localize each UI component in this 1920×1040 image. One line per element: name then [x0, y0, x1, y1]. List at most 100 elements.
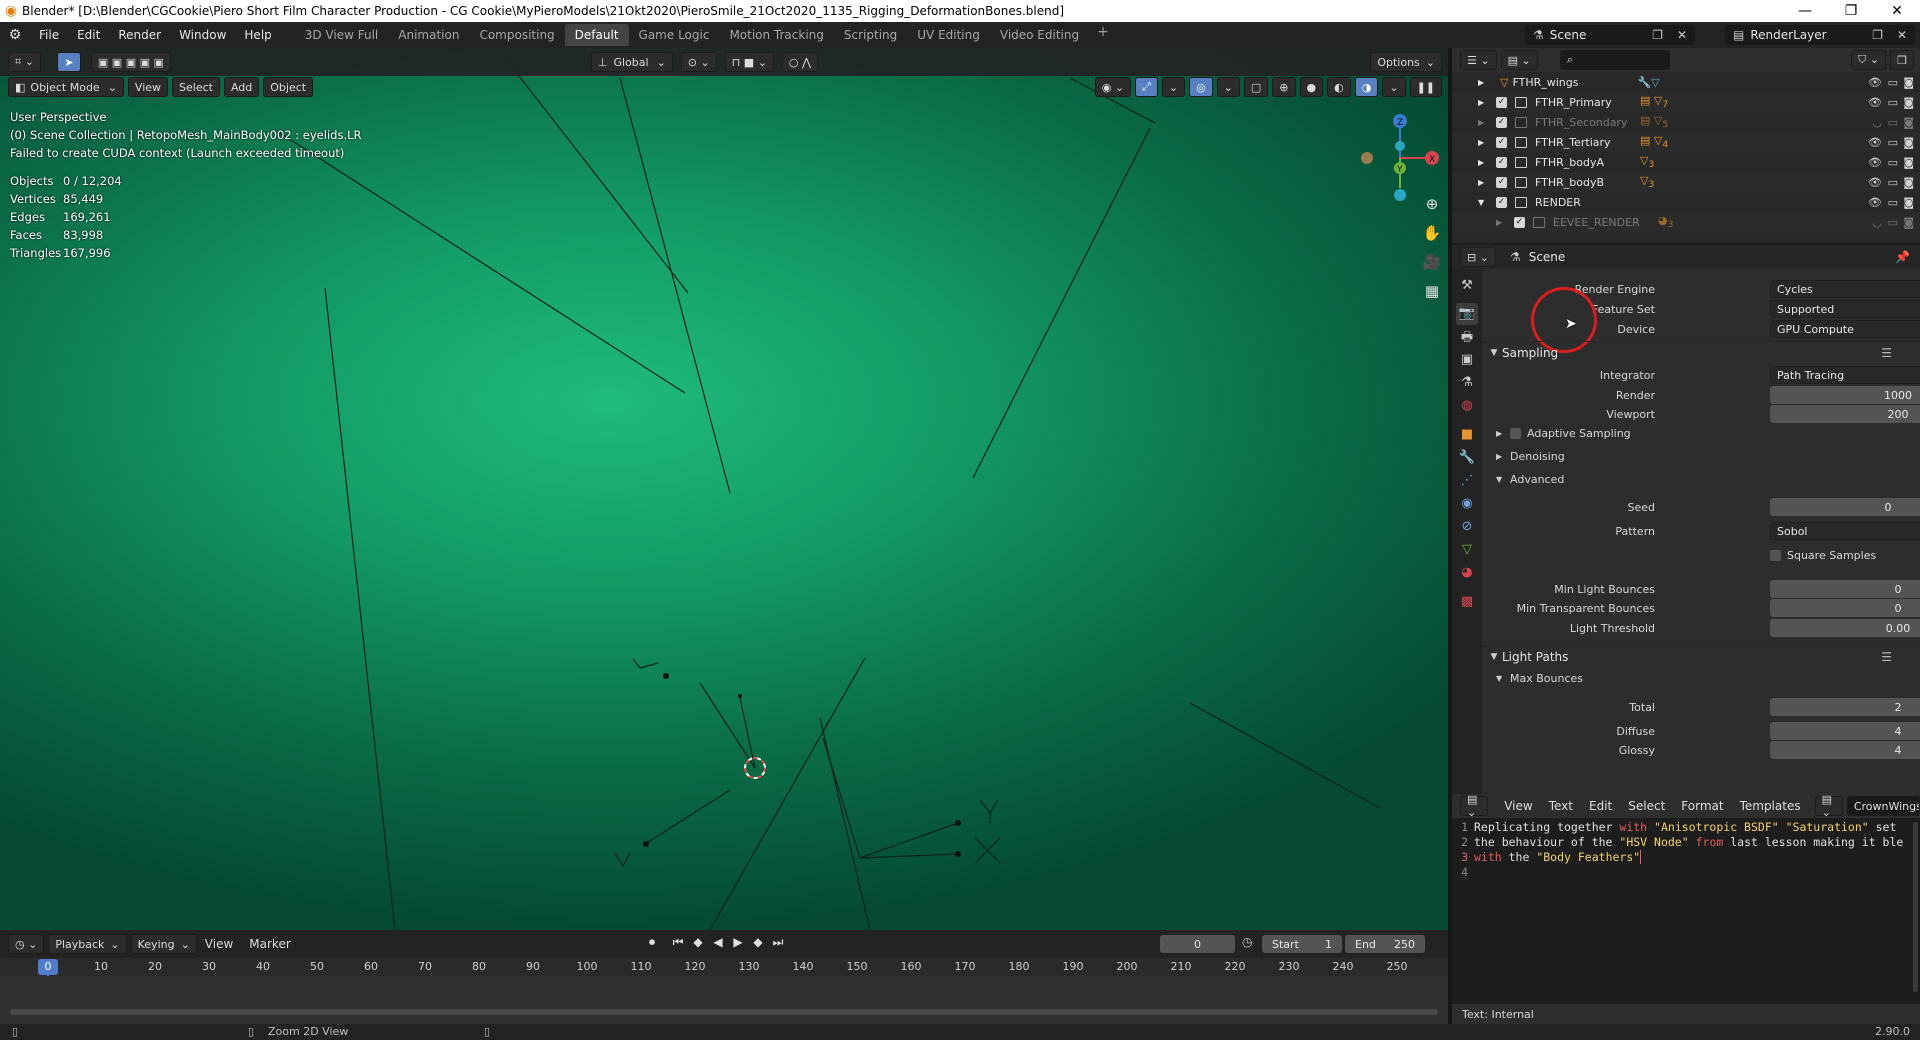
square-samples-toggle[interactable]: Square Samples: [1770, 549, 1876, 562]
outliner-search-input[interactable]: ⌕: [1559, 50, 1670, 70]
pattern-dropdown[interactable]: Sobol: [1770, 522, 1920, 540]
ortho-grid-icon[interactable]: ▦: [1421, 280, 1443, 302]
feature-set-dropdown[interactable]: Supported: [1770, 300, 1920, 318]
keying-menu[interactable]: Keying ⌄: [130, 934, 197, 954]
outliner-editor-type-icon[interactable]: ☰ ⌄: [1460, 50, 1497, 70]
visibility-eye-icon[interactable]: 👁: [1868, 136, 1882, 149]
viewport-samples-field[interactable]: 200: [1770, 405, 1920, 423]
hidden-eye-icon[interactable]: ◡: [1872, 216, 1882, 229]
properties-editor-type-icon[interactable]: ⊟ ⌄: [1460, 247, 1496, 267]
texture-tab-icon[interactable]: ▩: [1456, 591, 1478, 613]
tab-uv-editing[interactable]: UV Editing: [907, 24, 990, 46]
timeline-view-menu[interactable]: View: [197, 937, 241, 951]
display-mode-icon[interactable]: ▤ ⌄: [1500, 50, 1538, 70]
tool-tab-icon[interactable]: ⚒: [1456, 275, 1478, 297]
viewport-display-icon[interactable]: ▭: [1888, 96, 1898, 109]
pan-hand-icon[interactable]: ✋: [1421, 222, 1443, 244]
te-menu-templates[interactable]: Templates: [1732, 799, 1809, 813]
modifier-tab-icon[interactable]: 🔧: [1456, 447, 1478, 469]
expand-icon[interactable]: ▶: [1478, 118, 1490, 127]
expand-icon[interactable]: ▶: [1478, 178, 1490, 187]
outliner-row[interactable]: ▶ ✓ FTHR_Secondary ▤ ▽5 ◡ ▭ ◙: [1452, 112, 1920, 132]
add-workspace-icon[interactable]: +: [1089, 24, 1117, 46]
outliner-row[interactable]: ▼ ✓ RENDER 👁 ▭ ◙: [1452, 192, 1920, 212]
pin-icon[interactable]: 📌: [1895, 250, 1910, 264]
tab-game-logic[interactable]: Game Logic: [629, 24, 720, 46]
shading-dropdown-icon[interactable]: ⌄: [1382, 77, 1406, 97]
gizmo-dropdown-icon[interactable]: ⌄: [1161, 77, 1186, 97]
text-editor[interactable]: ▤ ⌄ View Text Edit Select Format Templat…: [1452, 794, 1920, 1024]
view-layer-tab-icon[interactable]: ▣: [1456, 349, 1478, 371]
tab-scripting[interactable]: Scripting: [834, 24, 907, 46]
collection-checkbox[interactable]: ✓: [1496, 196, 1507, 208]
render-camera-icon[interactable]: ◙: [1903, 156, 1914, 169]
text-datablock-icon[interactable]: ▤ ⌄: [1814, 794, 1843, 819]
menu-help[interactable]: Help: [235, 28, 280, 42]
expand-icon[interactable]: ▶: [1478, 158, 1490, 167]
te-menu-text[interactable]: Text: [1541, 799, 1581, 813]
collection-checkbox[interactable]: ✓: [1496, 136, 1507, 148]
text-scrollbar[interactable]: [1913, 822, 1918, 992]
menu-view[interactable]: View: [127, 77, 169, 97]
min-light-bounces-field[interactable]: 0: [1770, 580, 1920, 598]
menu-add[interactable]: Add: [223, 77, 260, 97]
prev-keyframe-icon[interactable]: ◆: [688, 935, 708, 950]
light-threshold-field[interactable]: 0.00: [1770, 619, 1920, 637]
render-camera-icon[interactable]: ◙: [1903, 176, 1914, 189]
square-samples-checkbox[interactable]: [1770, 549, 1781, 561]
marker-menu[interactable]: Marker: [241, 937, 298, 951]
expand-icon[interactable]: ▶: [1496, 218, 1508, 227]
menu-render[interactable]: Render: [109, 28, 170, 42]
snap-icon[interactable]: ⊓ ■ ⌄: [724, 52, 774, 72]
te-menu-edit[interactable]: Edit: [1581, 799, 1620, 813]
viewport-display-icon[interactable]: ▭: [1888, 116, 1898, 129]
menu-edit[interactable]: Edit: [68, 28, 109, 42]
object-tab-icon[interactable]: ■: [1456, 424, 1478, 446]
glossy-bounces-field[interactable]: 4: [1770, 741, 1920, 759]
text-editor-body[interactable]: 1 Replicating together with "Anisotropic…: [1452, 818, 1920, 1004]
maximize-button[interactable]: ❐: [1828, 3, 1874, 19]
viewport-display-icon[interactable]: ▭: [1888, 76, 1898, 89]
render-camera-icon[interactable]: ◙: [1903, 216, 1914, 229]
jump-end-icon[interactable]: ⏭: [768, 935, 788, 950]
play-icon[interactable]: ▶: [728, 935, 748, 950]
menu-window[interactable]: Window: [170, 28, 235, 42]
sampling-panel-header[interactable]: ▼ Sampling ☰: [1482, 341, 1920, 363]
proportional-edit-icon[interactable]: ○ ⋀: [781, 52, 819, 72]
end-frame-field[interactable]: End 250: [1345, 935, 1425, 953]
overlays-dropdown-icon[interactable]: ⌄: [1216, 77, 1240, 97]
data-tab-icon[interactable]: ▽: [1456, 539, 1478, 561]
current-frame-field[interactable]: 0: [1160, 935, 1235, 953]
collection-checkbox[interactable]: ✓: [1496, 116, 1507, 128]
viewport-display-icon[interactable]: ▭: [1888, 156, 1898, 169]
menu-file[interactable]: File: [30, 28, 68, 42]
menu-object[interactable]: Object: [263, 77, 314, 97]
presets-icon[interactable]: ☰: [1881, 346, 1892, 360]
total-bounces-field[interactable]: 2: [1770, 698, 1920, 716]
copy-layer-icon[interactable]: ❐: [1872, 28, 1883, 42]
max-bounces-subpanel[interactable]: ▼ Max Bounces: [1496, 668, 1583, 688]
filter-icon[interactable]: ⛉ ⌄: [1851, 50, 1887, 70]
render-samples-field[interactable]: 1000: [1770, 386, 1920, 404]
render-camera-icon[interactable]: ◙: [1903, 96, 1914, 109]
visibility-eye-icon[interactable]: 👁: [1868, 176, 1882, 189]
options-dropdown[interactable]: Options ⌄: [1370, 52, 1442, 72]
viewport-display-icon[interactable]: ▭: [1888, 136, 1898, 149]
viewport-display-icon[interactable]: ▭: [1888, 216, 1898, 229]
collapse-icon[interactable]: ▼: [1478, 198, 1490, 207]
text-editor-type-icon[interactable]: ▤ ⌄: [1460, 794, 1489, 819]
material-tab-icon[interactable]: ◕: [1456, 562, 1478, 584]
adaptive-sampling-subpanel[interactable]: ▶ Adaptive Sampling: [1496, 423, 1631, 443]
gizmo-toggle-icon[interactable]: ⤢: [1135, 77, 1158, 97]
world-tab-icon[interactable]: ◍: [1456, 395, 1478, 417]
visibility-icon[interactable]: ◉ ⌄: [1094, 77, 1132, 97]
outliner-row[interactable]: ▶ ✓ EEVEE_RENDER ◕3 ◡ ▭ ◙: [1452, 212, 1920, 232]
render-camera-icon[interactable]: ◙: [1903, 76, 1914, 89]
render-engine-dropdown[interactable]: Cycles: [1770, 280, 1920, 298]
copy-scene-icon[interactable]: ❐: [1652, 28, 1663, 42]
timeline-track-area[interactable]: [0, 976, 1448, 1024]
tab-animation[interactable]: Animation: [388, 24, 469, 46]
visibility-eye-icon[interactable]: 👁: [1868, 76, 1882, 89]
shading-wireframe-icon[interactable]: ⊕: [1272, 77, 1296, 97]
start-frame-field[interactable]: Start 1: [1262, 935, 1342, 953]
